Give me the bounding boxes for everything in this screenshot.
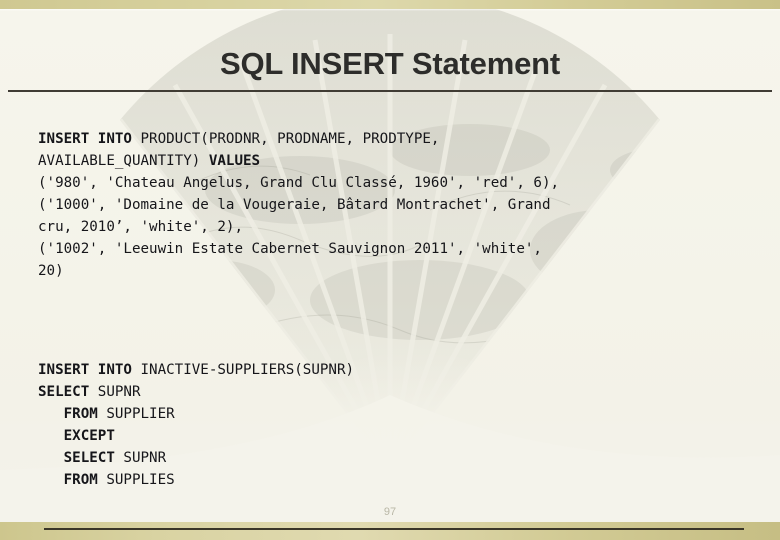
- sql-text: INACTIVE-SUPPLIERS(SUPNR): [140, 362, 355, 379]
- bottom-divider: [44, 528, 744, 530]
- sql-keyword: SELECT: [38, 450, 124, 467]
- code-block-insert-product: INSERT INTO PRODUCT(PRODNR, PRODNAME, PR…: [38, 128, 559, 282]
- slide: SQL INSERT Statement INSERT INTO PRODUCT…: [0, 0, 780, 540]
- sql-text: AVAILABLE_QUANTITY): [38, 153, 209, 170]
- code-line: ('980', 'Chateau Angelus, Grand Clu Clas…: [38, 175, 559, 191]
- sql-text: ('1000', 'Domaine de la Vougeraie, Bâtar…: [38, 197, 551, 214]
- title-divider: [8, 90, 772, 92]
- sql-text: ('1002', 'Leeuwin Estate Cabernet Sauvig…: [38, 241, 542, 258]
- bottom-decorative-band: [0, 522, 780, 540]
- code-line: ('1000', 'Domaine de la Vougeraie, Bâtar…: [38, 197, 551, 213]
- code-line: SELECT SUPNR: [38, 450, 167, 467]
- code-line: FROM SUPPLIES: [38, 472, 175, 488]
- code-line: 20): [38, 263, 64, 279]
- page-title: SQL INSERT Statement: [220, 46, 560, 81]
- code-line: INSERT INTO INACTIVE-SUPPLIERS(SUPNR): [38, 362, 354, 378]
- code-line: cru, 2010’, 'white', 2),: [38, 219, 243, 235]
- code-line: ('1002', 'Leeuwin Estate Cabernet Sauvig…: [38, 241, 542, 257]
- code-line: AVAILABLE_QUANTITY) VALUES: [38, 153, 260, 169]
- sql-keyword: FROM: [38, 406, 107, 423]
- sql-keyword: INSERT INTO: [38, 131, 141, 148]
- sql-keyword: INSERT INTO: [38, 362, 141, 379]
- code-line: FROM SUPPLIER: [38, 406, 175, 422]
- sql-text: ('980', 'Chateau Angelus, Grand Clu Clas…: [38, 175, 560, 192]
- code-line: EXCEPT: [38, 428, 115, 444]
- sql-text: cru, 2010’, 'white', 2),: [38, 219, 243, 236]
- code-line: INSERT INTO PRODUCT(PRODNR, PRODNAME, PR…: [38, 131, 439, 147]
- sql-keyword: SELECT: [38, 384, 98, 401]
- page-number: 97: [383, 506, 397, 518]
- sql-keyword: VALUES: [208, 153, 261, 170]
- code-line: SELECT SUPNR: [38, 384, 141, 400]
- sql-text: PRODUCT(PRODNR, PRODNAME, PRODTYPE,: [140, 131, 440, 148]
- code-block-insert-inactive-suppliers: INSERT INTO INACTIVE-SUPPLIERS(SUPNR) SE…: [38, 359, 354, 491]
- sql-keyword: EXCEPT: [38, 428, 115, 445]
- sql-text: 20): [38, 263, 64, 280]
- sql-text: SUPPLIER: [106, 406, 175, 423]
- sql-text: SUPNR: [123, 450, 167, 467]
- sql-keyword: FROM: [38, 472, 107, 489]
- sql-text: SUPNR: [97, 384, 141, 401]
- top-decorative-band: [0, 0, 780, 9]
- top-band-highlight: [0, 9, 780, 11]
- sql-text: SUPPLIES: [106, 472, 175, 489]
